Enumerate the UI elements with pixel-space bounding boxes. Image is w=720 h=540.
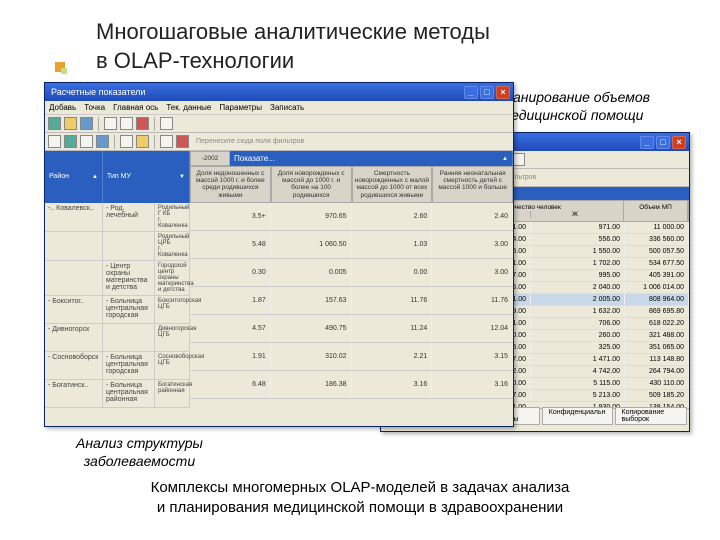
title-line2: в OLAP-технологии — [96, 47, 490, 76]
col-header[interactable]: Доля недоношенных с массой 1000 г. и бол… — [190, 166, 271, 203]
close-button[interactable]: × — [672, 136, 686, 149]
close-button[interactable]: × — [496, 86, 510, 99]
menu-item[interactable]: Записать — [270, 103, 304, 112]
grid-header-area: Район ▲ Тип МУ ▼ -2002 Показате... ▲ Дол… — [45, 151, 513, 203]
filter-icon[interactable] — [136, 135, 149, 148]
filter-icon[interactable] — [96, 135, 109, 148]
menubar: Добавь Точка Главная ось Тек. данные Пар… — [45, 101, 513, 115]
dim-indicator[interactable]: Показате... ▲ — [230, 151, 513, 166]
filter-icon[interactable] — [176, 135, 189, 148]
row-labels[interactable]: -.. Ковалевск..- Род. лечебныйРодильный … — [45, 203, 190, 232]
tool-icon[interactable] — [48, 117, 61, 130]
sort-arrow-icon: ▲ — [92, 174, 98, 180]
col-volume[interactable]: Объем МП — [624, 201, 688, 221]
sort-arrow-icon: ▲ — [502, 156, 508, 162]
win1-title: Расчетные показатели — [48, 87, 462, 97]
menu-item[interactable]: Добавь — [49, 103, 76, 112]
separator — [154, 135, 155, 149]
filter-icon[interactable] — [160, 135, 173, 148]
tool-icon[interactable] — [80, 117, 93, 130]
year-cell[interactable]: -2002 — [190, 151, 230, 166]
data-row[interactable]: 0.300.0050.003.00 — [190, 259, 513, 287]
separator — [154, 117, 155, 131]
row-labels[interactable]: - ДивногорскДивногорская ЦГБ — [45, 324, 190, 352]
slide-bullet — [55, 62, 65, 72]
sort-arrow-icon: ▼ — [179, 174, 185, 180]
filter-icon[interactable] — [120, 135, 133, 148]
tool-icon[interactable] — [64, 117, 77, 130]
window-analysis: Расчетные показатели _ □ × Добавь Точка … — [44, 82, 514, 427]
data-row[interactable]: 1.87157.6311.7611.76 — [190, 287, 513, 315]
separator — [98, 117, 99, 131]
data-row[interactable]: 3.5+970.652.602.40 — [190, 203, 513, 231]
data-row[interactable]: 5.481 060.501.033.00 — [190, 231, 513, 259]
dim-type[interactable]: Тип МУ ▼ — [103, 151, 190, 203]
row-labels[interactable]: - Богатинск..- Больница центральная райо… — [45, 380, 190, 408]
minimize-button[interactable]: _ — [464, 86, 478, 99]
filter-icon[interactable] — [64, 135, 77, 148]
filter-icon[interactable] — [48, 135, 61, 148]
maximize-button[interactable]: □ — [656, 136, 670, 149]
row-labels[interactable]: - Сосновоборск- Больница центральная гор… — [45, 352, 190, 380]
maximize-button[interactable]: □ — [480, 86, 494, 99]
separator — [114, 135, 115, 149]
data-grid[interactable]: -.. Ковалевск..- Род. лечебныйРодильный … — [45, 203, 513, 408]
menu-item[interactable]: Точка — [84, 103, 105, 112]
tool-icon[interactable] — [104, 117, 117, 130]
col-header[interactable]: Ранняя неонатальная смертность детей с м… — [432, 166, 513, 203]
col-header[interactable]: Доля новорожденых с массой до 1000 г. и … — [271, 166, 352, 203]
data-row[interactable]: 4.57490.7511.2412.04 — [190, 315, 513, 343]
tool-icon[interactable] — [120, 117, 133, 130]
filter-hint: Перенесите сюда поля фильтров — [196, 138, 304, 145]
data-row[interactable]: 6.48186.383.163.16 — [190, 371, 513, 399]
status-tab[interactable]: Конфиденциальн — [542, 407, 613, 425]
title-line1: Многошаговые аналитические методы — [96, 18, 490, 47]
toolbar — [45, 115, 513, 133]
tool-icon[interactable] — [136, 117, 149, 130]
row-labels[interactable]: - Бокситог..- Больница центральная город… — [45, 296, 190, 324]
status-tab[interactable]: Копирование выборок — [615, 407, 687, 425]
filter-bar: Перенесите сюда поля фильтров — [45, 133, 513, 151]
titlebar[interactable]: Расчетные показатели _ □ × — [45, 83, 513, 101]
caption-left: Анализ структуры заболеваемости — [76, 434, 203, 470]
dim-region[interactable]: Район ▲ — [45, 151, 103, 203]
caption-right: Планирование объемов медицинской помощи — [495, 88, 650, 124]
slide-footer: Комплексы многомерных OLAP-моделей в зад… — [0, 478, 720, 517]
slide-title: Многошаговые аналитические методы в OLAP… — [96, 18, 490, 75]
row-labels[interactable]: - Центр охраны материнства и детстваГоро… — [45, 261, 190, 296]
tool-icon[interactable] — [160, 117, 173, 130]
menu-item[interactable]: Главная ось — [113, 103, 158, 112]
filter-icon[interactable] — [80, 135, 93, 148]
col-header[interactable]: Смертность новорожденных с малой массой … — [352, 166, 433, 203]
row-labels[interactable]: Родильный ЦРБг. Коваленка — [45, 232, 190, 261]
minimize-button[interactable]: _ — [640, 136, 654, 149]
menu-item[interactable]: Тек. данные — [166, 103, 211, 112]
data-row[interactable]: 1.91310.022.213.15 — [190, 343, 513, 371]
menu-item[interactable]: Параметры — [219, 103, 262, 112]
